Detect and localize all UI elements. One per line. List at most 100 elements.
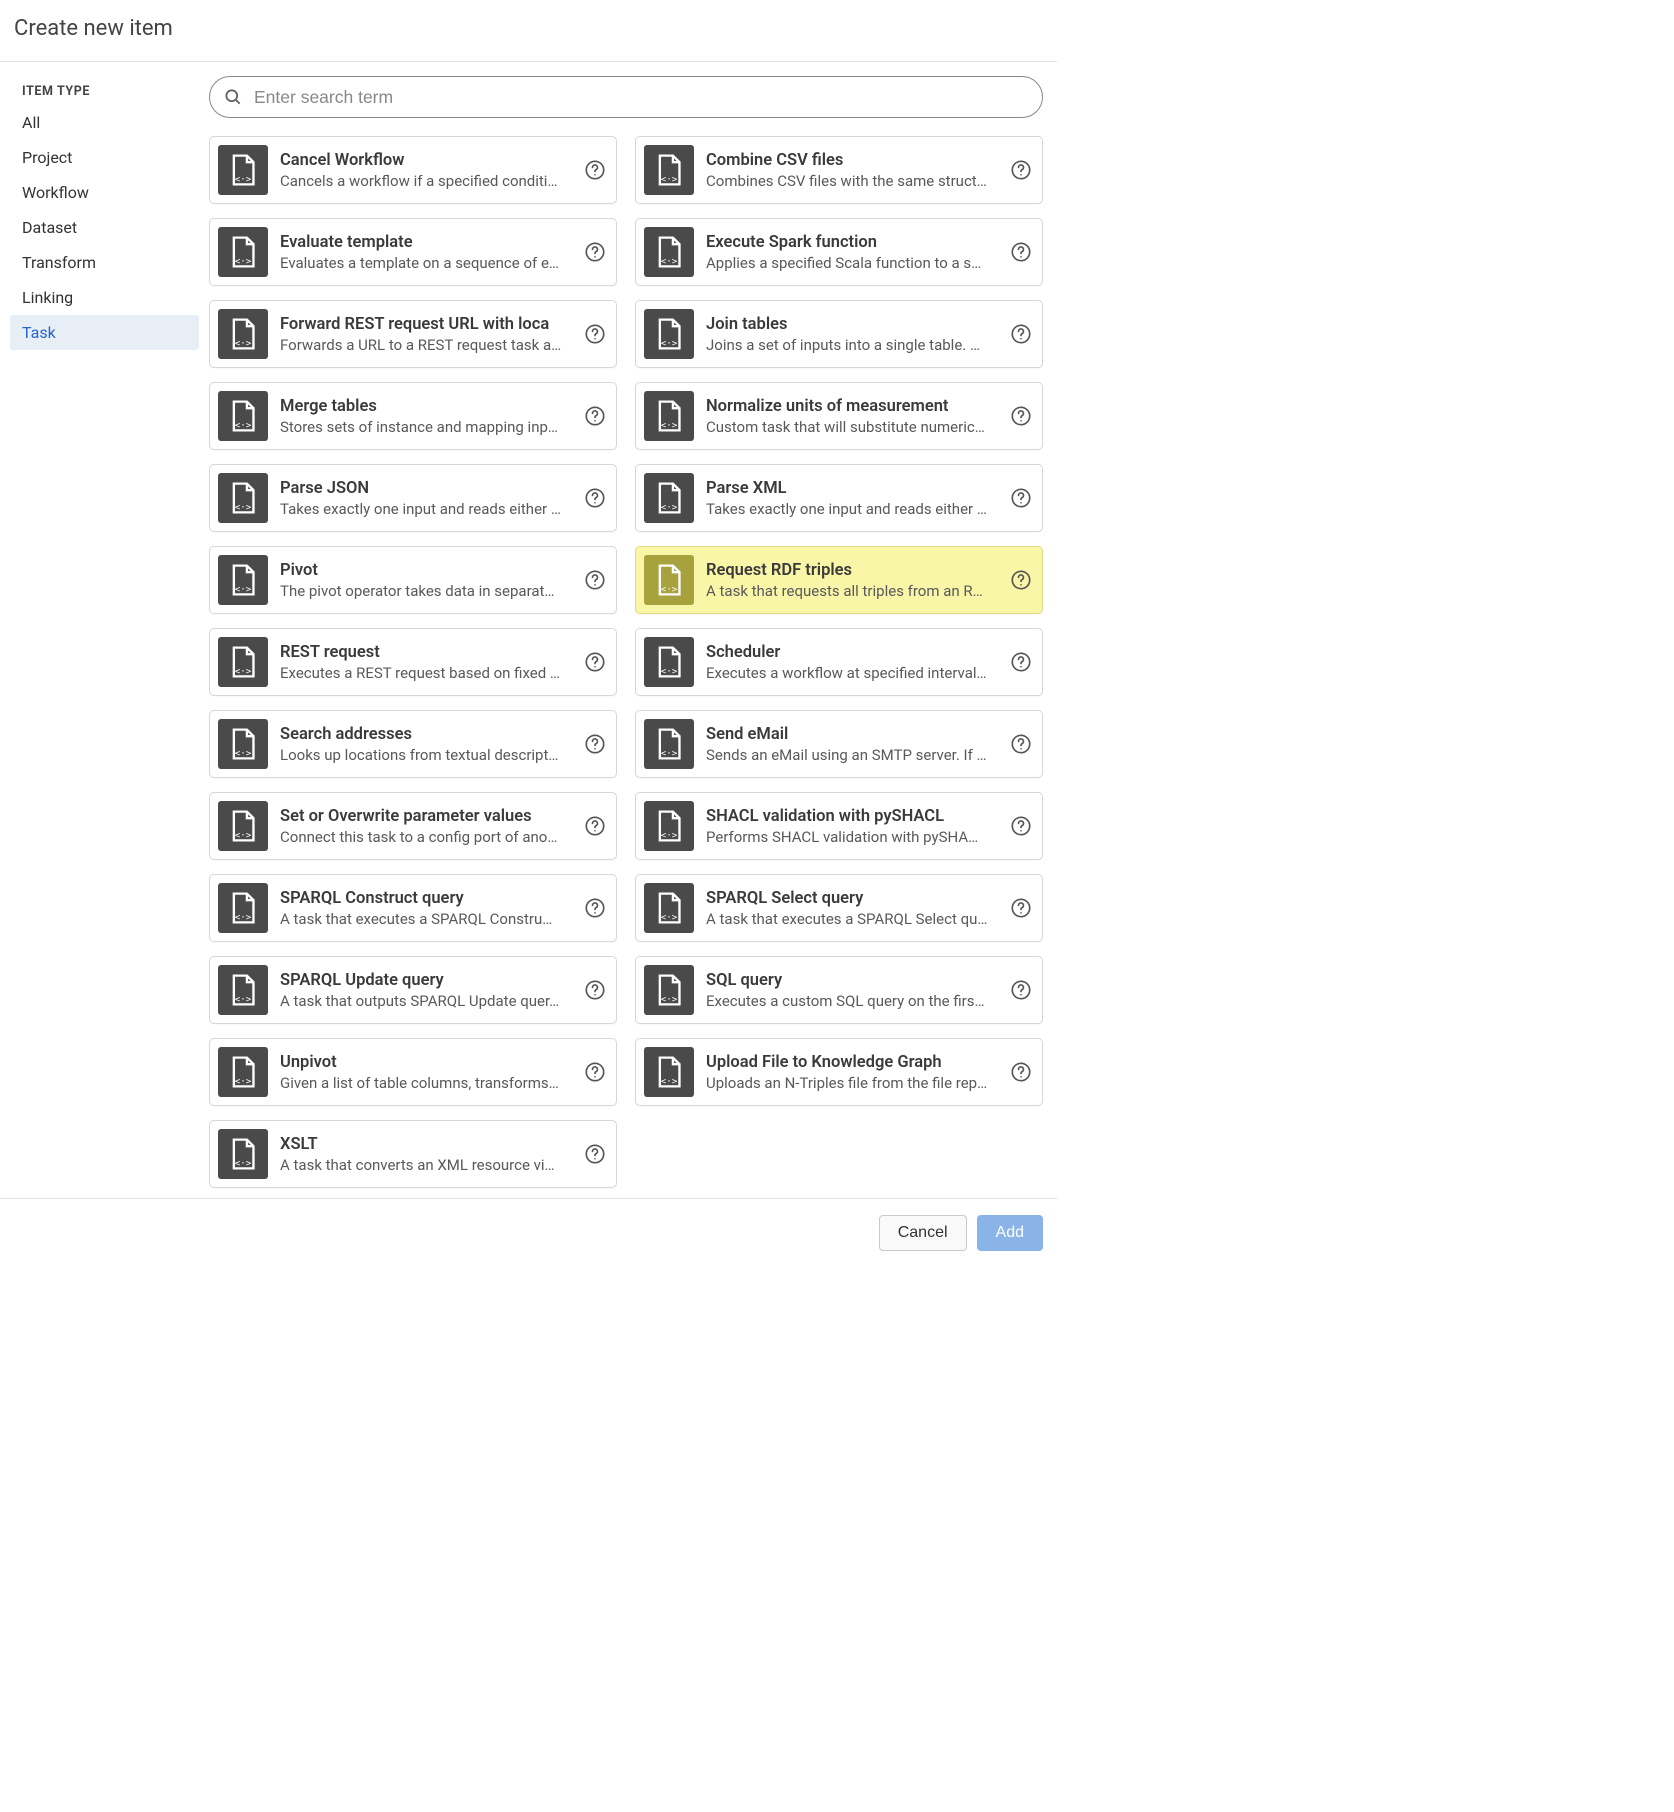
file-code-icon: <·>	[218, 555, 268, 605]
card-title: Join tables	[706, 315, 998, 334]
file-code-icon: <·>	[218, 965, 268, 1015]
svg-text:<·>: <·>	[235, 257, 252, 267]
search-wrap	[209, 76, 1043, 118]
help-icon[interactable]	[1010, 979, 1032, 1001]
sidebar-item-linking[interactable]: Linking	[10, 280, 199, 315]
card-text: UnpivotGiven a list of table columns, tr…	[280, 1053, 572, 1092]
help-icon[interactable]	[584, 979, 606, 1001]
help-icon[interactable]	[1010, 733, 1032, 755]
sidebar-item-workflow[interactable]: Workflow	[10, 175, 199, 210]
item-card[interactable]: <·> REST requestExecutes a REST request …	[209, 628, 617, 696]
card-title: Parse XML	[706, 479, 998, 498]
file-code-icon: <·>	[644, 227, 694, 277]
item-card[interactable]: <·> Normalize units of measurementCustom…	[635, 382, 1043, 450]
item-card[interactable]: <·> PivotThe pivot operator takes data i…	[209, 546, 617, 614]
help-icon[interactable]	[584, 897, 606, 919]
item-card[interactable]: <·> Upload File to Knowledge GraphUpload…	[635, 1038, 1043, 1106]
card-text: REST requestExecutes a REST request base…	[280, 643, 572, 682]
item-card[interactable]: <·> Forward REST request URL with locaFo…	[209, 300, 617, 368]
svg-text:<·>: <·>	[661, 913, 678, 923]
item-card[interactable]: <·> UnpivotGiven a list of table columns…	[209, 1038, 617, 1106]
item-card[interactable]: <·> Send eMailSends an eMail using an SM…	[635, 710, 1043, 778]
card-text: Forward REST request URL with locaForwar…	[280, 315, 572, 354]
sidebar-item-dataset[interactable]: Dataset	[10, 210, 199, 245]
search-icon	[223, 87, 243, 107]
svg-text:<·>: <·>	[235, 1077, 252, 1087]
item-card[interactable]: <·> Request RDF triplesA task that reque…	[635, 546, 1043, 614]
card-text: Normalize units of measurementCustom tas…	[706, 397, 998, 436]
sidebar-heading: ITEM TYPE	[10, 76, 199, 105]
card-text: Request RDF triplesA task that requests …	[706, 561, 998, 600]
item-card[interactable]: <·> Parse XMLTakes exactly one input and…	[635, 464, 1043, 532]
item-card[interactable]: <·> SPARQL Update queryA task that outpu…	[209, 956, 617, 1024]
help-icon[interactable]	[584, 815, 606, 837]
sidebar-item-transform[interactable]: Transform	[10, 245, 199, 280]
file-code-icon: <·>	[218, 145, 268, 195]
card-text: SQL queryExecutes a custom SQL query on …	[706, 971, 998, 1010]
item-card[interactable]: <·> Parse JSONTakes exactly one input an…	[209, 464, 617, 532]
help-icon[interactable]	[584, 651, 606, 673]
help-icon[interactable]	[584, 733, 606, 755]
svg-text:<·>: <·>	[661, 667, 678, 677]
help-icon[interactable]	[584, 1061, 606, 1083]
search-input[interactable]	[209, 76, 1043, 118]
help-icon[interactable]	[1010, 569, 1032, 591]
file-code-icon: <·>	[218, 1047, 268, 1097]
file-code-icon: <·>	[218, 637, 268, 687]
svg-text:<·>: <·>	[235, 913, 252, 923]
help-icon[interactable]	[1010, 815, 1032, 837]
card-desc: Stores sets of instance and mapping inp…	[280, 418, 572, 436]
item-card[interactable]: <·> SPARQL Construct queryA task that ex…	[209, 874, 617, 942]
help-icon[interactable]	[584, 405, 606, 427]
help-icon[interactable]	[1010, 159, 1032, 181]
help-icon[interactable]	[1010, 487, 1032, 509]
add-button[interactable]: Add	[977, 1215, 1043, 1251]
card-title: Unpivot	[280, 1053, 572, 1072]
sidebar-item-project[interactable]: Project	[10, 140, 199, 175]
file-code-icon: <·>	[218, 1129, 268, 1179]
item-card[interactable]: <·> SQL queryExecutes a custom SQL query…	[635, 956, 1043, 1024]
help-icon[interactable]	[1010, 897, 1032, 919]
item-card[interactable]: <·> Combine CSV filesCombines CSV files …	[635, 136, 1043, 204]
card-text: Parse JSONTakes exactly one input and re…	[280, 479, 572, 518]
item-card[interactable]: <·> Cancel WorkflowCancels a workflow if…	[209, 136, 617, 204]
item-card[interactable]: <·> XSLTA task that converts an XML reso…	[209, 1120, 617, 1188]
help-icon[interactable]	[584, 487, 606, 509]
sidebar-item-all[interactable]: All	[10, 105, 199, 140]
item-card[interactable]: <·> Execute Spark functionApplies a spec…	[635, 218, 1043, 286]
help-icon[interactable]	[1010, 241, 1032, 263]
cancel-button[interactable]: Cancel	[879, 1215, 967, 1251]
card-desc: Uploads an N-Triples file from the file …	[706, 1074, 998, 1092]
file-code-icon: <·>	[218, 391, 268, 441]
help-icon[interactable]	[584, 569, 606, 591]
svg-text:<·>: <·>	[235, 175, 252, 185]
item-card[interactable]: <·> SPARQL Select queryA task that execu…	[635, 874, 1043, 942]
item-card[interactable]: <·> Set or Overwrite parameter valuesCon…	[209, 792, 617, 860]
help-icon[interactable]	[584, 159, 606, 181]
svg-text:<·>: <·>	[235, 995, 252, 1005]
item-card[interactable]: <·> Merge tablesStores sets of instance …	[209, 382, 617, 450]
file-code-icon: <·>	[644, 883, 694, 933]
help-icon[interactable]	[584, 241, 606, 263]
svg-text:<·>: <·>	[661, 831, 678, 841]
item-card[interactable]: <·> Search addressesLooks up locations f…	[209, 710, 617, 778]
card-desc: Takes exactly one input and reads either…	[280, 500, 572, 518]
card-title: Normalize units of measurement	[706, 397, 998, 416]
item-card[interactable]: <·> SHACL validation with pySHACLPerform…	[635, 792, 1043, 860]
card-text: SchedulerExecutes a workflow at specifie…	[706, 643, 998, 682]
card-desc: Applies a specified Scala function to a …	[706, 254, 998, 272]
help-icon[interactable]	[1010, 651, 1032, 673]
card-text: Send eMailSends an eMail using an SMTP s…	[706, 725, 998, 764]
svg-text:<·>: <·>	[235, 339, 252, 349]
item-card[interactable]: <·> Evaluate templateEvaluates a templat…	[209, 218, 617, 286]
file-code-icon: <·>	[644, 1047, 694, 1097]
help-icon[interactable]	[1010, 405, 1032, 427]
card-text: PivotThe pivot operator takes data in se…	[280, 561, 572, 600]
sidebar-item-task[interactable]: Task	[10, 315, 199, 350]
help-icon[interactable]	[1010, 1061, 1032, 1083]
help-icon[interactable]	[584, 1143, 606, 1165]
help-icon[interactable]	[584, 323, 606, 345]
item-card[interactable]: <·> Join tablesJoins a set of inputs int…	[635, 300, 1043, 368]
help-icon[interactable]	[1010, 323, 1032, 345]
item-card[interactable]: <·> SchedulerExecutes a workflow at spec…	[635, 628, 1043, 696]
